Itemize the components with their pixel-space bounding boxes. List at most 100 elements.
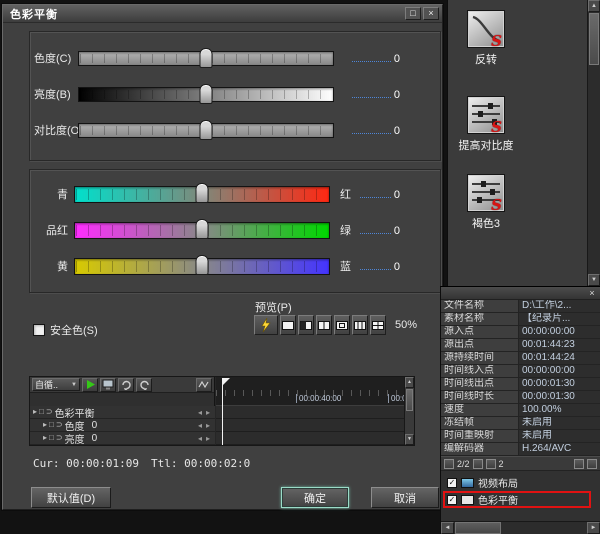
panel-close-icon[interactable]: × [586,288,598,299]
next-keyframe-icon[interactable]: ▸ [206,434,210,443]
safe-color-checkbox[interactable] [33,324,45,336]
information-panel-titlebar[interactable]: × [441,287,600,300]
brightness-slider[interactable] [78,87,334,102]
next-keyframe-icon[interactable]: ▸ [206,408,210,417]
ok-button[interactable]: 确定 [281,487,349,508]
playhead[interactable] [222,378,223,445]
magenta-green-row: 品红 绿 0 [34,218,434,242]
window-buttons: □ × [405,7,439,20]
horizontal-scrollbar[interactable]: ◄ ► [441,521,600,534]
effect-item-raise-contrast[interactable]: S 提高对比度 [452,96,520,153]
leader-line [360,197,391,198]
window-restore-icon[interactable]: □ [405,7,421,20]
preview-zoom-value[interactable]: 50% [395,319,417,331]
prev-keyframe-icon[interactable]: ◂ [198,408,202,417]
preview-layout-half-button[interactable] [298,315,314,335]
magenta-green-slider-thumb[interactable] [196,219,209,239]
yellow-blue-value-field[interactable]: 0 [360,259,400,273]
playhead-flag-icon[interactable] [223,378,230,385]
contrast-value-field[interactable]: 0 [352,123,400,137]
track-enable-icon[interactable]: □ [49,421,54,429]
track-row-brightness[interactable]: ▸ □ ⊃ 亮度 0 ◂ ▸ [30,432,215,445]
raise-contrast-effect-icon: S [467,96,505,134]
effect-item-invert[interactable]: S 反转 [452,10,520,67]
scroll-down-icon[interactable]: ▼ [588,274,600,286]
next-keyframe-icon[interactable]: ▸ [206,421,210,430]
scrollbar-thumb[interactable] [455,522,501,534]
loop-out-button[interactable] [136,378,152,392]
keyframe-lane[interactable] [216,432,404,445]
scroll-left-icon[interactable]: ◄ [441,522,454,534]
expand-icon[interactable]: ▸ [43,421,47,429]
scroll-down-icon[interactable]: ▼ [405,434,414,445]
scrollbar-thumb[interactable] [406,389,413,411]
brightness-label: 亮度(B) [34,86,78,102]
magenta-green-slider[interactable] [74,222,330,239]
track-enable-icon[interactable]: □ [39,408,44,416]
preview-layout-split-button[interactable] [316,315,332,335]
scroll-right-icon[interactable]: ► [587,522,600,534]
brightness-value-field[interactable]: 0 [352,87,400,101]
scroll-up-icon[interactable]: ▲ [405,377,414,388]
preview-layout-inset-button[interactable] [334,315,350,335]
safe-color-checkbox-row[interactable]: 安全色(S) [33,322,98,338]
checkbox-checked[interactable]: ✓ [447,495,457,505]
list-view-icon[interactable] [574,459,584,469]
monitor-toggle-button[interactable] [100,378,116,392]
scroll-up-icon[interactable]: ▲ [588,0,600,12]
filter-item-video-layout[interactable]: ✓ 视频布局 [444,475,590,490]
expand-icon[interactable]: ▸ [33,408,37,416]
curve-toggle-button[interactable] [196,378,212,392]
cancel-button[interactable]: 取消 [371,487,439,508]
preview-layout-full-button[interactable] [280,315,296,335]
color-sliders-group: 青 红 0 品红 绿 0 [29,169,441,293]
chroma-value-field[interactable]: 0 [352,51,400,65]
page-tab-icon[interactable] [473,459,483,469]
grid-view-icon[interactable] [444,459,454,469]
expand-icon[interactable]: ▸ [43,434,47,442]
row-value: 00:01:44:23 [519,339,600,352]
prev-keyframe-icon[interactable]: ◂ [198,421,202,430]
track-row-chroma[interactable]: ▸ □ ⊃ 色度 0 ◂ ▸ [30,419,215,432]
checkbox-checked[interactable]: ✓ [447,478,457,488]
loop-in-button[interactable] [118,378,134,392]
keyframe-lane[interactable] [216,406,404,419]
yellow-blue-slider[interactable] [74,258,330,275]
contrast-slider-thumb[interactable] [200,120,213,140]
row-value: 00:00:00:00 [519,326,600,339]
chroma-slider[interactable] [78,51,334,66]
effects-scrollbar[interactable]: ▲ ▼ [587,0,600,286]
preview-layout-stripes-button[interactable] [352,315,368,335]
yellow-blue-row: 黄 蓝 0 [34,254,434,278]
timeline-vertical-scrollbar[interactable]: ▲ ▼ [404,377,414,445]
magenta-green-value-field[interactable]: 0 [360,223,400,237]
cyan-red-slider-thumb[interactable] [196,183,209,203]
preview-layout-quad-button[interactable] [370,315,386,335]
scrollbar-thumb[interactable] [589,13,599,65]
default-button[interactable]: 默认值(D) [31,487,111,508]
prev-keyframe-icon[interactable]: ◂ [198,434,202,443]
filter-item-color-balance[interactable]: ✓ 色彩平衡 [444,492,590,507]
cyan-red-slider[interactable] [74,186,330,203]
yellow-blue-slider-thumb[interactable] [196,255,209,275]
preview-flash-button[interactable] [254,315,278,335]
playback-mode-dropdown[interactable]: 自循.. ▼ [32,378,80,391]
sepia3-effect-icon: S [467,174,505,212]
table-row: 文件名称D:\工作\2... [441,300,600,313]
track-row-color-balance[interactable]: ▸ □ ⊃ 色彩平衡 ◂ ▸ [30,406,215,419]
brightness-slider-thumb[interactable] [200,84,213,104]
effect-item-sepia3[interactable]: S 褐色3 [452,174,520,231]
chroma-slider-thumb[interactable] [200,48,213,68]
timeline-lane-area[interactable]: 00:00:40:00 00:0 [216,377,404,445]
timeline-ruler[interactable]: 00:00:40:00 00:0 [216,377,404,406]
layout-split-icon [318,321,330,330]
contrast-slider[interactable] [78,123,334,138]
page-tab-icon[interactable] [486,459,496,469]
menu-icon[interactable] [587,459,597,469]
dialog-titlebar[interactable]: 色彩平衡 □ × [3,5,442,23]
track-enable-icon[interactable]: □ [49,434,54,442]
window-close-icon[interactable]: × [423,7,439,20]
play-button[interactable] [82,378,98,392]
cyan-red-value-field[interactable]: 0 [360,187,400,201]
keyframe-lane[interactable] [216,419,404,432]
